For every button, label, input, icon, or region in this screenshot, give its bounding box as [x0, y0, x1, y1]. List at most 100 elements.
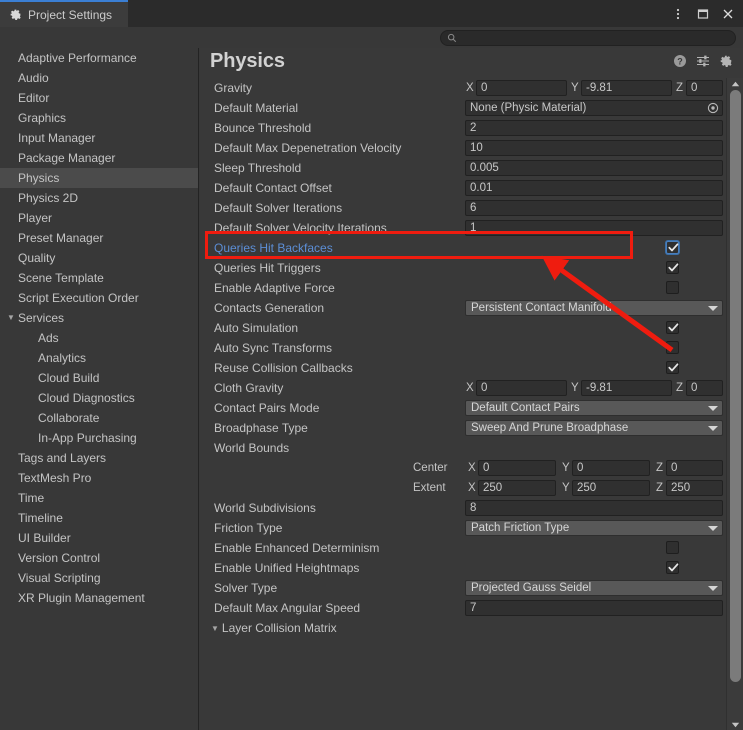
default-max-angular-speed-input[interactable]: 7 — [465, 600, 723, 616]
sidebar-item-label: Time — [18, 491, 45, 505]
title-bar: Project Settings — [0, 0, 743, 27]
bounce-threshold-input[interactable]: 2 — [465, 120, 723, 136]
scroll-down-arrow-icon[interactable] — [727, 719, 743, 730]
default-contact-offset-input[interactable]: 0.01 — [465, 180, 723, 196]
sidebar-item-version-control[interactable]: Version Control — [0, 548, 198, 568]
auto-sync-transforms-checkbox[interactable] — [666, 341, 679, 354]
sidebar-item-physics-2d[interactable]: Physics 2D — [0, 188, 198, 208]
sidebar-item-label: Ads — [38, 331, 59, 345]
sidebar-item-script-execution-order[interactable]: Script Execution Order — [0, 288, 198, 308]
sidebar-item-textmesh-pro[interactable]: TextMesh Pro — [0, 468, 198, 488]
settings-sidebar[interactable]: Adaptive Performance Audio Editor Graphics I… — [0, 48, 199, 730]
world-bounds-extent-z-input[interactable]: 250 — [666, 480, 723, 496]
gravity-y-input[interactable]: -9.81 — [581, 80, 672, 96]
triangle-down-icon[interactable]: ▼ — [7, 308, 15, 328]
solver-type-dropdown[interactable]: Projected Gauss Seidel — [465, 580, 723, 596]
kebab-menu-icon[interactable] — [667, 3, 689, 25]
world-bounds-extent-y-input[interactable]: 250 — [572, 480, 650, 496]
sidebar-item-tags-and-layers[interactable]: Tags and Layers — [0, 448, 198, 468]
contacts-generation-dropdown[interactable]: Persistent Contact Manifold — [465, 300, 723, 316]
sidebar-item-services[interactable]: ▼ Services — [0, 308, 198, 328]
gear-icon[interactable] — [719, 54, 733, 68]
sidebar-item-input-manager[interactable]: Input Manager — [0, 128, 198, 148]
row-label: Default Material — [214, 101, 299, 115]
row-label: Queries Hit Triggers — [214, 261, 321, 275]
default-max-depenetration-velocity-input[interactable]: 10 — [465, 140, 723, 156]
cloth-gravity-z-input[interactable]: 0 — [686, 380, 723, 396]
default-solver-iterations-input[interactable]: 6 — [465, 200, 723, 216]
sidebar-item-label: Cloud Build — [38, 371, 100, 385]
sidebar-item-label: Physics — [18, 171, 60, 185]
maximize-icon[interactable] — [692, 3, 714, 25]
sidebar-item-label: Graphics — [18, 111, 67, 125]
world-subdivisions-input[interactable]: 8 — [465, 500, 723, 516]
page-title: Physics — [210, 50, 285, 72]
world-bounds-extent-x-input[interactable]: 250 — [478, 480, 556, 496]
scroll-up-arrow-icon[interactable] — [727, 78, 743, 89]
search-box[interactable] — [440, 30, 736, 46]
sidebar-item-timeline[interactable]: Timeline — [0, 508, 198, 528]
auto-simulation-checkbox[interactable] — [666, 321, 679, 334]
sidebar-item-editor[interactable]: Editor — [0, 88, 198, 108]
main-scrollbar[interactable] — [726, 78, 743, 730]
sidebar-item-cloud-build[interactable]: Cloud Build — [0, 368, 198, 388]
queries-hit-triggers-checkbox[interactable] — [666, 261, 679, 274]
axis-label-z: Z — [656, 482, 664, 494]
object-picker-icon[interactable] — [707, 102, 719, 114]
sidebar-item-time[interactable]: Time — [0, 488, 198, 508]
scrollbar-thumb[interactable] — [730, 90, 741, 682]
sidebar-item-label: Physics 2D — [18, 191, 79, 205]
world-bounds-center-x-input[interactable]: 0 — [478, 460, 556, 476]
sidebar-item-cloud-diagnostics[interactable]: Cloud Diagnostics — [0, 388, 198, 408]
default-solver-velocity-iterations-input[interactable]: 1 — [465, 220, 723, 236]
sidebar-item-ads[interactable]: Ads — [0, 328, 198, 348]
cloth-gravity-x-input[interactable]: 0 — [476, 380, 567, 396]
header-icon-group: ? — [673, 54, 733, 68]
row-layer-collision-matrix[interactable]: ▼ Layer Collision Matrix — [200, 618, 725, 638]
sidebar-item-graphics[interactable]: Graphics — [0, 108, 198, 128]
close-icon[interactable] — [717, 3, 739, 25]
row-label: Default Solver Velocity Iterations — [214, 221, 387, 235]
sidebar-item-collaborate[interactable]: Collaborate — [0, 408, 198, 428]
axis-label-x: X — [468, 462, 476, 474]
default-material-object-field[interactable]: None (Physic Material) — [465, 100, 723, 116]
sidebar-item-in-app-purchasing[interactable]: In-App Purchasing — [0, 428, 198, 448]
enable-enhanced-determinism-checkbox[interactable] — [666, 541, 679, 554]
sidebar-item-adaptive-performance[interactable]: Adaptive Performance — [0, 48, 198, 68]
sidebar-item-xr-plugin-management[interactable]: XR Plugin Management — [0, 588, 198, 608]
row-label: Enable Enhanced Determinism — [214, 541, 380, 555]
sidebar-item-player[interactable]: Player — [0, 208, 198, 228]
layer-collision-matrix-foldout[interactable]: ▼ Layer Collision Matrix — [211, 618, 337, 638]
cloth-gravity-y-input[interactable]: -9.81 — [581, 380, 672, 396]
sidebar-item-physics[interactable]: Physics — [0, 168, 198, 188]
sidebar-item-preset-manager[interactable]: Preset Manager — [0, 228, 198, 248]
sidebar-item-analytics[interactable]: Analytics — [0, 348, 198, 368]
search-input[interactable] — [461, 31, 711, 45]
row-cloth-gravity: Cloth Gravity X 0 Y -9.81 Z 0 — [200, 378, 725, 398]
enable-adaptive-force-checkbox[interactable] — [666, 281, 679, 294]
sidebar-item-label: Adaptive Performance — [18, 51, 137, 65]
tab-project-settings[interactable]: Project Settings — [0, 0, 128, 27]
sidebar-item-visual-scripting[interactable]: Visual Scripting — [0, 568, 198, 588]
broadphase-type-dropdown[interactable]: Sweep And Prune Broadphase — [465, 420, 723, 436]
friction-type-dropdown[interactable]: Patch Friction Type — [465, 520, 723, 536]
contact-pairs-mode-dropdown[interactable]: Default Contact Pairs — [465, 400, 723, 416]
sidebar-item-audio[interactable]: Audio — [0, 68, 198, 88]
world-bounds-center-y-input[interactable]: 0 — [572, 460, 650, 476]
sidebar-item-quality[interactable]: Quality — [0, 248, 198, 268]
enable-unified-heightmaps-checkbox[interactable] — [666, 561, 679, 574]
help-icon[interactable]: ? — [673, 54, 687, 68]
gravity-z-input[interactable]: 0 — [686, 80, 723, 96]
sleep-threshold-input[interactable]: 0.005 — [465, 160, 723, 176]
sidebar-item-scene-template[interactable]: Scene Template — [0, 268, 198, 288]
gravity-x-input[interactable]: 0 — [476, 80, 567, 96]
queries-hit-backfaces-checkbox[interactable] — [666, 241, 679, 254]
world-bounds-center-z-input[interactable]: 0 — [666, 460, 723, 476]
sidebar-item-package-manager[interactable]: Package Manager — [0, 148, 198, 168]
preset-icon[interactable] — [696, 54, 710, 68]
row-default-solver-velocity-iterations: Default Solver Velocity Iterations 1 — [200, 218, 725, 238]
chevron-down-icon — [708, 426, 718, 431]
axis-label-y: Y — [562, 482, 570, 494]
reuse-collision-callbacks-checkbox[interactable] — [666, 361, 679, 374]
sidebar-item-ui-builder[interactable]: UI Builder — [0, 528, 198, 548]
